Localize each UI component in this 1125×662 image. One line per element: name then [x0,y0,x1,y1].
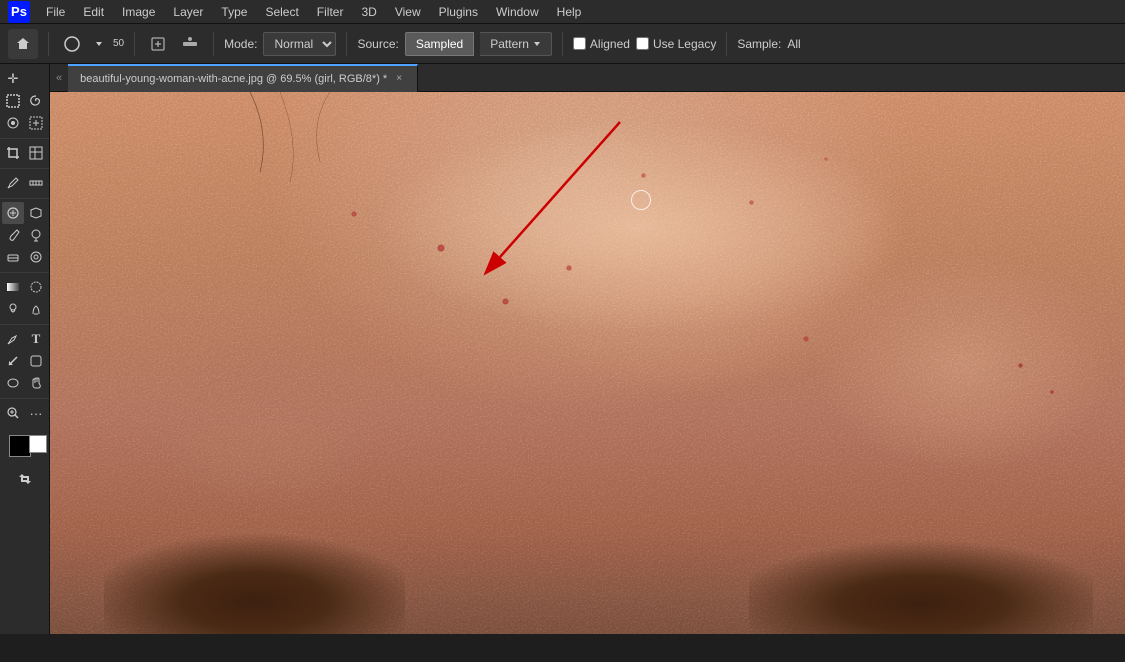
blur-tool[interactable] [25,276,47,298]
menu-view[interactable]: View [387,3,429,21]
measure-tool[interactable] [25,172,47,194]
brush-preset-icon [145,33,171,55]
rect-marquee-tool[interactable] [2,90,24,112]
menu-filter[interactable]: Filter [309,3,352,21]
use-legacy-checkbox-group: Use Legacy [636,37,716,51]
separator-4 [346,32,347,56]
tab-bar: « beautiful-young-woman-with-acne.jpg @ … [50,64,1125,92]
crop-tool[interactable] [2,142,24,164]
tool-dropdown[interactable] [91,38,107,50]
menu-help[interactable]: Help [549,3,590,21]
use-legacy-label: Use Legacy [653,37,716,51]
menu-bar: Ps File Edit Image Layer Type Select Fil… [0,0,1125,24]
patch-tool[interactable] [25,202,47,224]
collapse-panels-button[interactable]: « [50,72,68,84]
move-tool[interactable]: ✛ [2,68,24,90]
menu-layer[interactable]: Layer [165,3,211,21]
sample-label: Sample: [737,37,781,51]
options-bar: 50 Mode: Normal Source: Sampled Pattern … [0,24,1125,64]
menu-type[interactable]: Type [213,3,255,21]
slice-tool[interactable] [25,142,47,164]
zoom-tool[interactable] [2,402,24,424]
separator-5 [562,32,563,56]
tool-group-retouching [0,202,49,273]
colors-area [9,435,41,490]
more-tools[interactable]: ··· [25,402,47,424]
menu-file[interactable]: File [38,3,73,21]
spot-healing-tool[interactable] [2,202,24,224]
tab-title: beautiful-young-woman-with-acne.jpg @ 69… [80,73,387,85]
document-tab[interactable]: beautiful-young-woman-with-acne.jpg @ 69… [68,64,418,92]
menu-edit[interactable]: Edit [75,3,112,21]
menu-image[interactable]: Image [114,3,163,21]
aligned-checkbox-group: Aligned [573,37,630,51]
brush-select-tool[interactable] [2,112,24,134]
tool-group-crop [0,142,49,169]
burn-tool[interactable] [25,298,47,320]
tool-group-measure [0,172,49,199]
aligned-icon [177,33,203,55]
source-label: Source: [357,37,398,51]
foreground-color[interactable] [9,435,31,457]
separator-6 [726,32,727,56]
menu-select[interactable]: Select [257,3,306,21]
background-color[interactable] [29,435,47,453]
tool-group-paint [0,276,49,325]
eraser-tool[interactable] [2,246,24,268]
pen-tool[interactable] [2,328,24,350]
tab-close-button[interactable]: × [393,72,405,85]
brush-tool[interactable] [2,224,24,246]
home-button[interactable] [8,29,38,59]
main-layout: ✛ [0,64,1125,634]
tool-icon [59,33,85,55]
separator-1 [48,32,49,56]
canvas-content[interactable] [50,92,1125,634]
aligned-label: Aligned [590,37,630,51]
dodge-tool[interactable] [2,298,24,320]
sample-value: All [787,37,800,51]
tool-group-vector: T [0,328,49,399]
ps-logo: Ps [8,1,30,23]
path-select-tool[interactable] [2,350,24,372]
tool-group-selection: ✛ [0,68,49,139]
hair-strands [50,92,1125,634]
source-pattern-button[interactable]: Pattern [480,32,552,56]
aligned-checkbox[interactable] [573,37,586,50]
menu-plugins[interactable]: Plugins [431,3,486,21]
mode-select[interactable]: Normal [263,32,336,56]
canvas-area: « beautiful-young-woman-with-acne.jpg @ … [50,64,1125,634]
lasso-tool[interactable] [25,90,47,112]
ellipse-tool[interactable] [2,372,24,394]
use-legacy-checkbox[interactable] [636,37,649,50]
separator-3 [213,32,214,56]
tool-group-zoom: ··· [0,402,49,428]
eyedropper-tool[interactable] [2,172,24,194]
artboard-tool[interactable] [25,68,47,90]
source-sampled-button[interactable]: Sampled [405,32,474,56]
healing-brush-tool[interactable] [25,246,47,268]
patch-select-tool[interactable] [25,112,47,134]
brush-size-display: 50 [113,39,124,49]
separator-2 [134,32,135,56]
menu-3d[interactable]: 3D [353,3,384,21]
clone-stamp-tool[interactable] [25,224,47,246]
swap-colors-icon[interactable] [17,471,33,487]
image-canvas[interactable] [50,92,1125,634]
hand-tool[interactable] [25,372,47,394]
toolbar: ✛ [0,64,50,634]
gradient-tool[interactable] [2,276,24,298]
shape-tool[interactable] [25,350,47,372]
mode-label: Mode: [224,37,257,51]
menu-window[interactable]: Window [488,3,547,21]
text-tool[interactable]: T [25,328,47,350]
